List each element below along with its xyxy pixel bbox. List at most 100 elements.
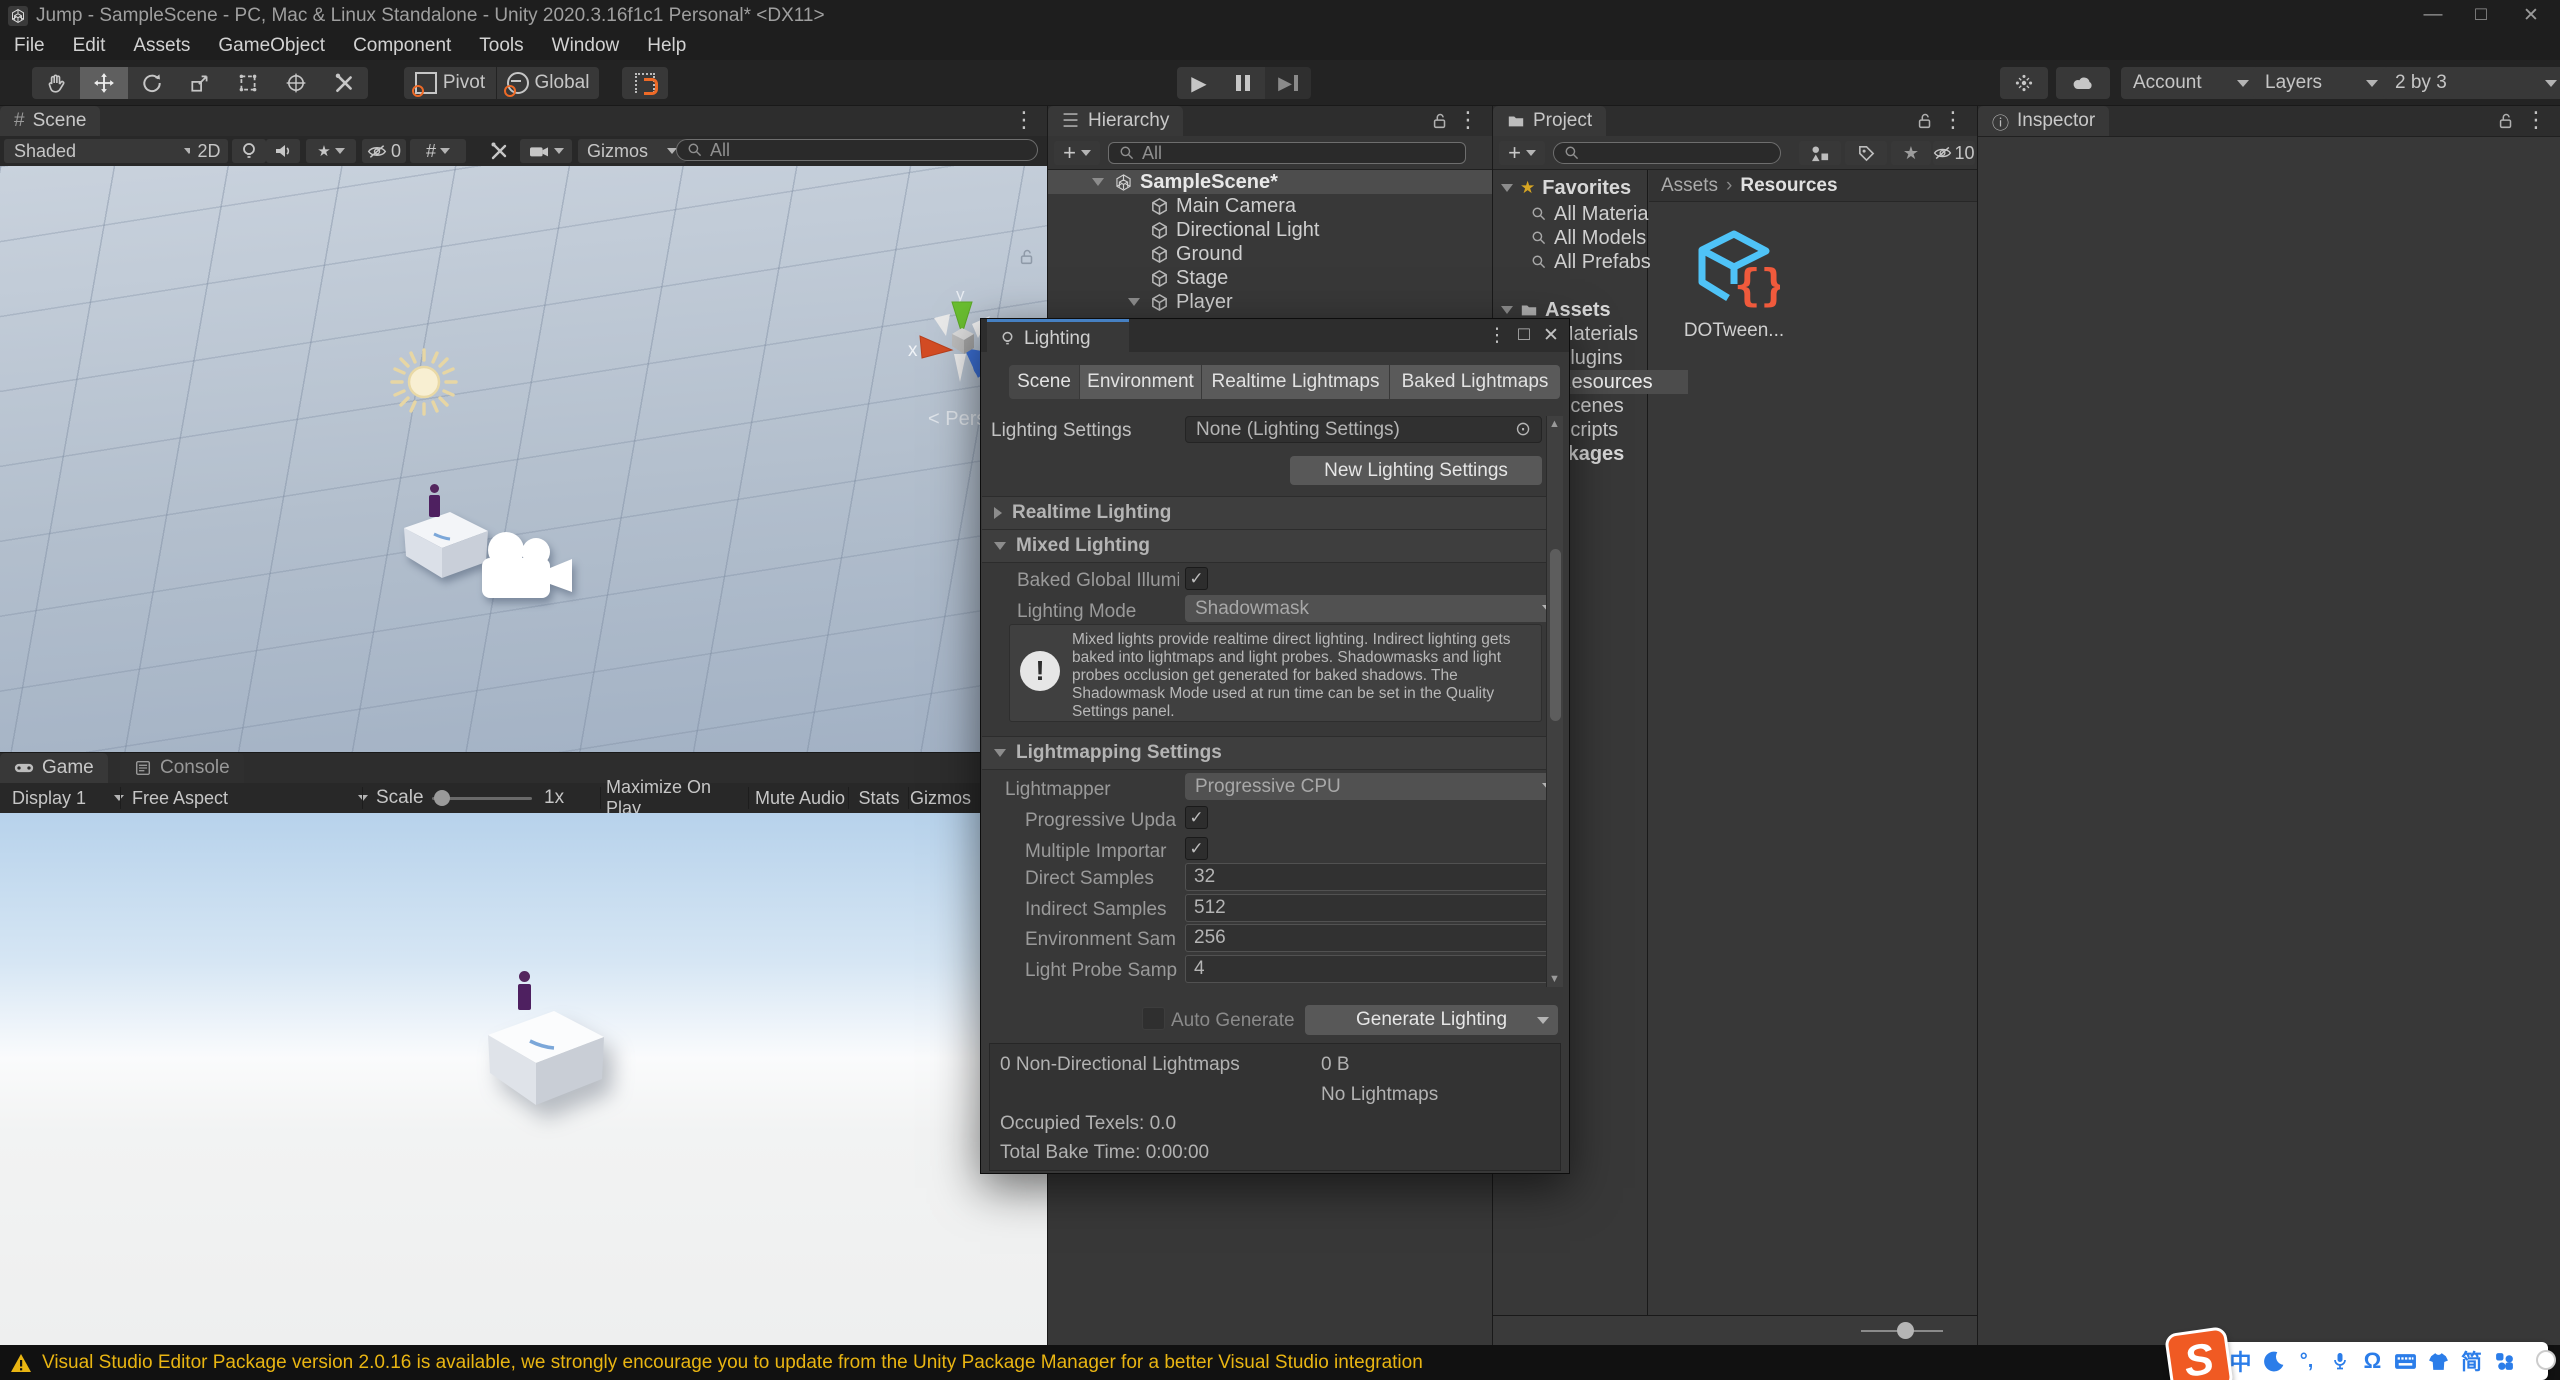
favorites-filter-button[interactable]: ★ [1891,141,1931,165]
menu-component[interactable]: Component [339,32,465,60]
display-dropdown[interactable]: Display 1 [4,786,132,810]
lighting-mode-dropdown[interactable]: Shadowmask [1185,595,1562,622]
lighting-tab-scene[interactable]: Scene [1009,365,1080,399]
ime-simplified-button[interactable]: 简 [2455,1343,2488,1379]
custom-tool-button[interactable] [320,67,368,99]
auto-generate-checkbox[interactable] [1142,1007,1165,1030]
stats-button[interactable]: Stats [850,786,908,810]
scene-menu-kebab[interactable]: ⋮ [1013,109,1035,131]
realtime-lighting-section-header[interactable]: Realtime Lighting [982,496,1559,530]
ime-moon-icon[interactable] [2257,1343,2290,1379]
new-lighting-settings-button[interactable]: New Lighting Settings [1290,456,1542,485]
project-menu-kebab[interactable]: ⋮ [1942,109,1964,131]
direct-samples-field[interactable]: 32 [1185,863,1552,891]
hierarchy-menu-kebab[interactable]: ⋮ [1457,109,1479,131]
scrollbar-thumb[interactable] [1550,549,1561,721]
thumbnail-size-slider[interactable] [1861,1330,1943,1332]
light-probe-samples-field[interactable]: 4 [1185,955,1552,983]
shading-mode-dropdown[interactable]: Shaded [4,139,204,163]
menu-assets[interactable]: Assets [119,32,204,60]
lighting-window-tab[interactable]: Lighting [987,319,1129,355]
hierarchy-scene-row[interactable]: SampleScene* ⋮ [1048,170,1559,194]
tab-inspector[interactable]: ⓘInspector [1978,106,2109,136]
lighting-tab-realtime-lightmaps[interactable]: Realtime Lightmaps [1202,365,1390,399]
lighting-settings-object-field[interactable]: None (Lighting Settings) ⊙ [1185,416,1542,443]
close-button[interactable]: ✕ [2508,4,2554,27]
tab-console[interactable]: Console [120,753,244,783]
tab-project[interactable]: Project [1493,106,1606,136]
lighting-menu-kebab[interactable]: ⋮ [1485,323,1509,347]
scroll-down-icon[interactable]: ▼ [1549,973,1560,985]
progressive-updates-checkbox[interactable]: ✓ [1185,806,1208,829]
lock-icon[interactable] [1431,112,1449,130]
ime-keyboard-button[interactable] [2389,1343,2422,1379]
pivot-toggle-button[interactable]: Pivot [404,67,496,99]
sogou-logo[interactable]: S [2164,1326,2234,1380]
menu-help[interactable]: Help [633,32,700,60]
cloud-button[interactable] [2056,67,2110,99]
scroll-up-icon[interactable]: ▲ [1549,418,1560,430]
game-viewport[interactable] [0,813,1047,1346]
mute-audio-button[interactable]: Mute Audio [752,786,848,810]
lighting-maximize-button[interactable]: □ [1512,323,1536,347]
hidden-count-button[interactable]: 10 [1933,141,1975,165]
lightmapping-settings-section-header[interactable]: Lightmapping Settings [982,736,1559,770]
minimize-button[interactable]: — [2410,4,2456,26]
create-object-button[interactable]: + [1054,141,1100,165]
search-by-type-button[interactable] [1799,141,1841,165]
maximize-on-play-button[interactable]: Maximize On Play [606,786,748,810]
menu-file[interactable]: File [0,32,59,60]
lock-icon[interactable] [2497,112,2515,130]
rect-tool-button[interactable] [224,67,272,99]
ime-mic-button[interactable] [2323,1343,2356,1379]
baked-gi-checkbox[interactable]: ✓ [1185,567,1208,590]
environment-samples-field[interactable]: 256 [1185,924,1552,952]
move-tool-button[interactable] [80,67,128,99]
effects-dropdown[interactable]: ★ [306,139,356,163]
play-button[interactable]: ▶ [1177,67,1221,99]
indirect-samples-field[interactable]: 512 [1185,894,1552,922]
2d-toggle-button[interactable]: 2D [190,139,228,163]
tab-scene[interactable]: #Scene [0,106,100,136]
inspector-menu-kebab[interactable]: ⋮ [2525,109,2547,131]
layout-dropdown[interactable]: 2 by 3 [2383,67,2560,99]
favorites-row[interactable]: ★Favorites [1493,176,1631,200]
rotate-tool-button[interactable] [128,67,176,99]
global-toggle-button[interactable]: Global [497,67,599,99]
disclosure-open-icon[interactable] [1092,178,1104,186]
scene-camera-dropdown[interactable] [520,139,572,163]
slider-knob[interactable] [1897,1322,1914,1339]
hierarchy-search-input[interactable]: All [1108,142,1466,164]
scene-audio-toggle[interactable] [266,139,300,163]
hand-tool-button[interactable] [32,67,80,99]
grid-snap-button[interactable] [622,67,668,99]
scene-tools-button[interactable] [482,139,516,163]
account-dropdown[interactable]: Account [2121,67,2261,99]
breadcrumb-root[interactable]: Assets [1661,175,1718,197]
gizmos-dropdown[interactable]: Gizmos [578,139,686,163]
pause-button[interactable] [1221,67,1265,99]
directional-light-gizmo-icon[interactable] [390,348,458,416]
project-search-input[interactable] [1553,142,1781,164]
lighting-tab-baked-lightmaps[interactable]: Baked Lightmaps [1390,365,1560,399]
scale-tool-button[interactable] [176,67,224,99]
scene-lighting-toggle[interactable] [232,139,266,163]
collab-button[interactable] [2000,67,2048,99]
disclosure-open-icon[interactable] [1128,298,1140,306]
scale-slider-knob[interactable] [434,790,450,806]
mixed-lighting-section-header[interactable]: Mixed Lighting [982,529,1559,563]
tab-hierarchy[interactable]: ☰Hierarchy [1048,106,1183,136]
transform-tool-button[interactable] [272,67,320,99]
tab-game[interactable]: Game [0,753,108,783]
camera-gizmo-icon[interactable] [470,524,580,608]
game-gizmos-dropdown[interactable]: Gizmos [910,786,990,810]
ime-skin-button[interactable] [2422,1343,2455,1379]
lock-icon[interactable] [1916,112,1934,130]
menu-window[interactable]: Window [538,32,634,60]
maximize-button[interactable]: □ [2458,4,2504,26]
create-asset-button[interactable]: + [1499,141,1545,165]
lighting-scrollbar[interactable]: ▲ ▼ [1546,416,1563,987]
multiple-importance-checkbox[interactable]: ✓ [1185,837,1208,860]
asset-dotween[interactable]: {} DOTween... [1679,224,1789,342]
ime-symbols-button[interactable]: Ω [2356,1343,2389,1379]
